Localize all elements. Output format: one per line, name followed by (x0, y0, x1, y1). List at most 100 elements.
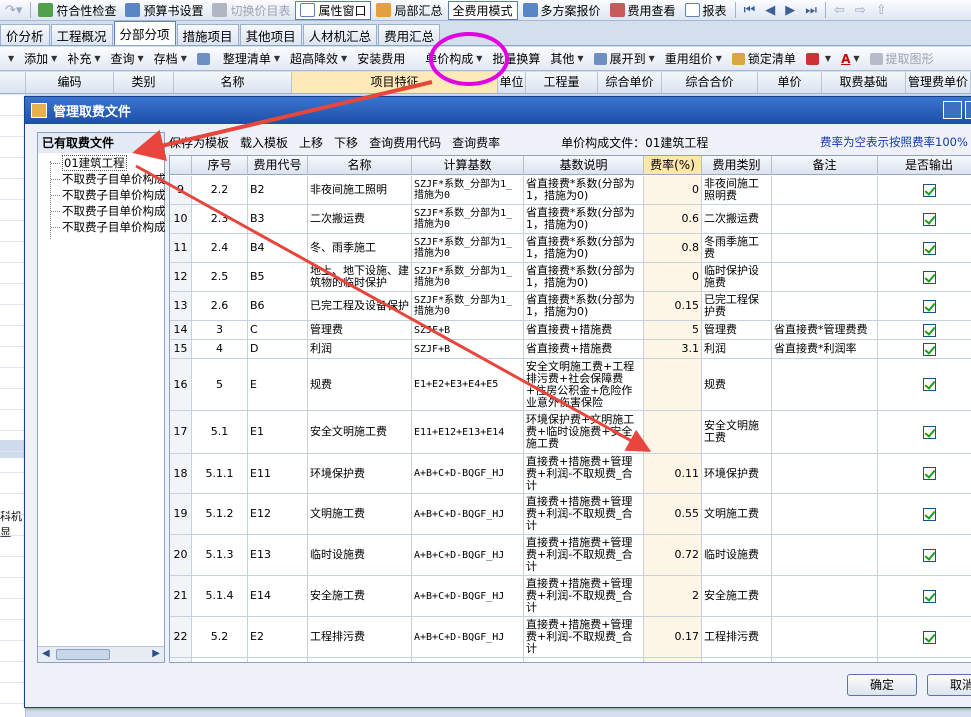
rate-cell[interactable]: 5 (644, 321, 702, 340)
col-features[interactable]: 项目特征 (292, 72, 498, 93)
rate-cell[interactable]: 0.72 (644, 535, 702, 576)
query-fee-code-button[interactable]: 查询费用代码 (369, 134, 441, 151)
output-checkbox[interactable] (922, 378, 936, 391)
base-cell[interactable]: E1+E2+E3+E4+E5 (412, 359, 524, 411)
type-cell[interactable]: 临时保护设施费 (702, 263, 772, 292)
col-quantity[interactable]: 工程量 (526, 72, 598, 93)
desc-cell[interactable]: 直接费+措施费+管理费+利润-不取规费_合计 (524, 494, 644, 535)
row-number[interactable]: 14 (170, 321, 192, 340)
remark-cell[interactable] (772, 176, 878, 205)
rate-cell[interactable]: 0.15 (644, 292, 702, 321)
organize-list-button[interactable]: 整理清单 ▼ (218, 50, 285, 67)
multi-scheme-quote-button[interactable]: 多方案报价 (519, 1, 605, 20)
base-cell[interactable]: SZJF*系数_分部为1_措施为0 (412, 292, 524, 321)
base-cell[interactable]: SZJF+B (412, 321, 524, 340)
extract-graphic-button[interactable]: 提取图形 (865, 50, 939, 67)
rate-cell[interactable]: 0 (644, 263, 702, 292)
seq-cell[interactable]: 2.4 (192, 234, 248, 263)
col-rate[interactable]: 费率(%) (644, 156, 702, 175)
seq-cell[interactable]: 2.6 (192, 292, 248, 321)
base-cell[interactable] (412, 658, 524, 662)
desc-cell[interactable]: 省直接费*系数(分部为1，措施为0) (524, 205, 644, 234)
tab-project-overview[interactable]: 工程概况 (50, 24, 113, 45)
desc-cell[interactable]: 省直接费*系数(分部为1，措施为0) (524, 292, 644, 321)
code-cell[interactable]: D (248, 340, 308, 359)
switch-pricelist-button[interactable]: 切换价目表 (208, 1, 294, 20)
tab-labor-material-summary[interactable]: 人材机汇总 (302, 24, 378, 45)
name-cell[interactable]: 管理费 (308, 321, 412, 340)
property-window-button[interactable]: 属性窗口 (295, 0, 372, 20)
type-cell[interactable]: 规费 (702, 359, 772, 411)
col-mgmt-fee[interactable]: 管理费单价 (906, 72, 971, 93)
base-cell[interactable]: A+B+C+D-BQGF_HJ (412, 494, 524, 535)
type-cell[interactable]: 临时设施费 (702, 535, 772, 576)
remark-cell[interactable]: 省直接费*管理费费 (772, 321, 878, 340)
scroll-right-icon[interactable]: ▶ (152, 648, 160, 659)
binoculars-icon[interactable] (192, 52, 218, 65)
ok-button[interactable]: 确定 (847, 674, 917, 696)
name-cell[interactable]: 已完工程及设备保护 (308, 292, 412, 321)
reuse-pricing-button[interactable]: 重用组价 ▼ (660, 50, 727, 67)
base-cell[interactable]: E11+E12+E13+E14 (412, 411, 524, 454)
seq-cell[interactable]: 5.1.2 (192, 494, 248, 535)
tree-node[interactable]: 不取费子目单价构成 (48, 187, 166, 203)
name-cell[interactable]: 工程排污费 (308, 617, 412, 658)
desc-cell[interactable]: 省直接费+措施费 (524, 321, 644, 340)
save-template-button[interactable]: 保存为模板 (169, 134, 229, 151)
last-record-icon[interactable]: ⏭ (800, 3, 822, 18)
name-cell[interactable]: 文明施工费 (308, 494, 412, 535)
row-number[interactable]: 9 (170, 176, 192, 205)
tab-price-analysis[interactable]: 价分析 (0, 24, 50, 45)
base-cell[interactable]: A+B+C+D-BQGF_HJ (412, 576, 524, 617)
fill-color-button[interactable]: ▼ (801, 52, 836, 65)
remark-cell[interactable] (772, 292, 878, 321)
output-checkbox[interactable] (922, 212, 936, 226)
col-unit[interactable]: 单位 (498, 72, 526, 93)
row-number[interactable]: 18 (170, 454, 192, 494)
code-cell[interactable]: B4 (248, 234, 308, 263)
type-cell[interactable]: 安全施工费 (702, 576, 772, 617)
desc-cell[interactable]: 直接费+措施费+管理费+利润-不取规费_合计 (524, 576, 644, 617)
arrow-up-icon[interactable]: ⇧ (871, 3, 892, 18)
col-fee-basis[interactable]: 取费基础 (822, 72, 906, 93)
redo-icon[interactable]: ↷▾ (0, 3, 27, 18)
code-cell[interactable]: E14 (248, 576, 308, 617)
output-checkbox[interactable] (922, 589, 936, 603)
code-cell[interactable]: B5 (248, 263, 308, 292)
row-number[interactable]: 12 (170, 263, 192, 292)
col-fee-code[interactable]: 费用代号 (248, 156, 308, 175)
minimize-button[interactable] (943, 101, 962, 119)
code-cell[interactable]: E1 (248, 411, 308, 454)
code-cell[interactable]: B2 (248, 176, 308, 205)
seq-cell[interactable]: 5 (192, 359, 248, 411)
row-number[interactable]: 15 (170, 340, 192, 359)
row-number[interactable]: 11 (170, 234, 192, 263)
code-cell[interactable]: E (248, 359, 308, 411)
base-cell[interactable]: A+B+C+D-BQGF_HJ (412, 535, 524, 576)
lock-list-button[interactable]: 锁定清单 (727, 50, 801, 67)
base-cell[interactable]: SZJF*系数_分部为1_措施为0 (412, 263, 524, 292)
tab-sub-items[interactable]: 分部分项 (113, 21, 176, 45)
rate-cell[interactable] (644, 411, 702, 454)
rate-cell[interactable]: 0.55 (644, 494, 702, 535)
rate-cell[interactable]: 0.6 (644, 205, 702, 234)
type-cell[interactable]: 冬雨季施工费 (702, 234, 772, 263)
type-cell[interactable] (702, 658, 772, 662)
seq-cell[interactable]: 4 (192, 340, 248, 359)
rate-cell[interactable]: 3.1 (644, 340, 702, 359)
install-cost-button[interactable]: 安装费用 (352, 50, 410, 67)
remark-cell[interactable]: 省直接费*利润率 (772, 340, 878, 359)
base-cell[interactable]: A+B+C+D-BQGF_HJ (412, 617, 524, 658)
col-unit-price[interactable]: 综合单价 (598, 72, 662, 93)
remark-cell[interactable] (772, 234, 878, 263)
code-cell[interactable]: B3 (248, 205, 308, 234)
tree-node[interactable]: 不取费子目单价构成 (48, 171, 166, 187)
row-number[interactable]: 19 (170, 494, 192, 535)
rate-cell[interactable]: 0.17 (644, 617, 702, 658)
partial-summary-button[interactable]: 局部汇总 (372, 1, 446, 20)
name-cell[interactable]: 安全施工费 (308, 576, 412, 617)
base-cell[interactable]: SZJF*系数_分部为1_措施为0 (412, 234, 524, 263)
output-checkbox[interactable] (922, 270, 936, 284)
rate-cell[interactable]: 0.8 (644, 234, 702, 263)
name-cell[interactable]: 利润 (308, 340, 412, 359)
